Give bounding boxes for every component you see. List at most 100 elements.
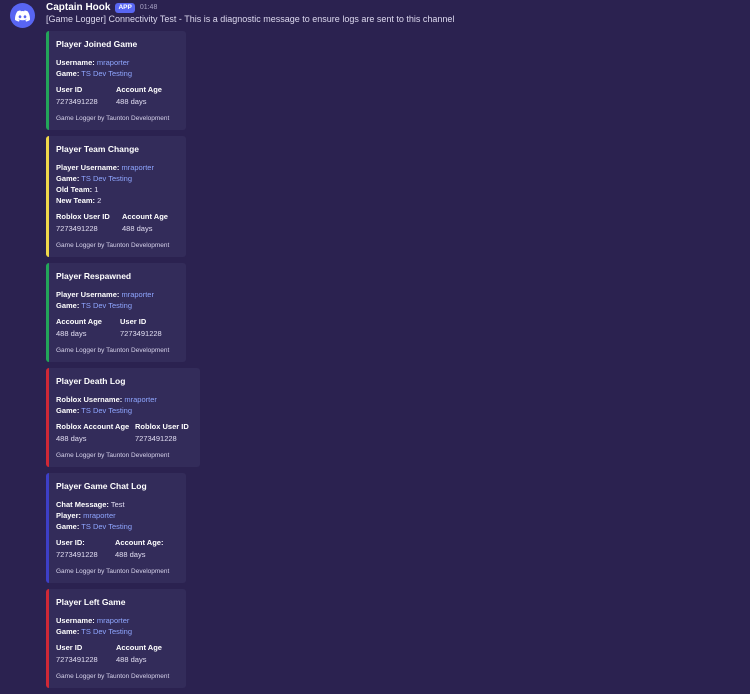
- field-label: Username:: [56, 58, 95, 67]
- embed-inline-fields: Roblox Account Age 488 days Roblox User …: [56, 421, 190, 445]
- embed-fields: Username: mraporter Game: TS Dev Testing: [56, 615, 176, 637]
- inline-field: User ID 7273491228: [56, 642, 116, 666]
- inline-field-value: 7273491228: [56, 97, 98, 106]
- message-header: Captain Hook APP 01:48: [46, 1, 157, 14]
- inline-field: Roblox User ID 7273491228: [135, 421, 189, 445]
- inline-field-value: 7273491228: [120, 329, 162, 338]
- field-label: Game:: [56, 174, 80, 183]
- field-label: Game:: [56, 406, 80, 415]
- embed-field: Username: mraporter: [56, 57, 176, 68]
- field-value-link[interactable]: TS Dev Testing: [81, 406, 132, 415]
- field-value-link[interactable]: mraporter: [83, 511, 116, 520]
- embed-title: Player Team Change: [56, 144, 139, 154]
- message-timestamp[interactable]: 01:48: [140, 4, 158, 11]
- field-label: Game:: [56, 627, 80, 636]
- inline-field-value: 488 days: [116, 655, 147, 664]
- field-label: Game:: [56, 301, 80, 310]
- inline-field: User ID 7273491228: [120, 316, 162, 340]
- embed-footer: Game Logger by Taunton Development: [56, 115, 170, 122]
- embed-footer: Game Logger by Taunton Development: [56, 452, 170, 459]
- embed-fields: Roblox Username: mraporter Game: TS Dev …: [56, 394, 190, 416]
- inline-field-value: 7273491228: [56, 550, 98, 559]
- embed-field: Player: mraporter: [56, 510, 176, 521]
- embed-inline-fields: User ID: 7273491228 Account Age: 488 day…: [56, 537, 176, 561]
- field-value-link[interactable]: mraporter: [121, 163, 154, 172]
- inline-field-name: User ID: [56, 643, 83, 652]
- field-value: 1: [94, 185, 99, 194]
- field-label: Player Username:: [56, 290, 120, 299]
- inline-field-name: User ID: [56, 85, 83, 94]
- inline-field: User ID: 7273491228: [56, 537, 115, 561]
- embed-title: Player Respawned: [56, 271, 132, 281]
- embed-list: Player Joined Game Username: mraporter G…: [46, 31, 200, 694]
- inline-field-name: User ID: [120, 317, 147, 326]
- inline-field: Account Age: 488 days: [115, 537, 163, 561]
- field-label: Player:: [56, 511, 82, 520]
- embed-title: Player Left Game: [56, 597, 126, 607]
- embed-field: Game: TS Dev Testing: [56, 405, 190, 416]
- embed-field: Game: TS Dev Testing: [56, 521, 176, 532]
- inline-field-value: 7273491228: [56, 655, 98, 664]
- app-badge: APP: [115, 2, 135, 13]
- inline-field: Account Age 488 days: [116, 642, 162, 666]
- inline-field-name: Roblox Account Age: [56, 422, 130, 431]
- inline-field: Account Age 488 days: [122, 211, 168, 235]
- embed-player-death-log: Player Death Log Roblox Username: mrapor…: [46, 368, 200, 467]
- embed-field: Old Team: 1: [56, 184, 176, 195]
- inline-field: Roblox Account Age 488 days: [56, 421, 135, 445]
- embed-player-chat-log: Player Game Chat Log Chat Message: Test …: [46, 473, 186, 583]
- embed-fields: Username: mraporter Game: TS Dev Testing: [56, 57, 176, 79]
- embed-field: Game: TS Dev Testing: [56, 173, 176, 184]
- embed-footer: Game Logger by Taunton Development: [56, 242, 170, 249]
- embed-player-respawned: Player Respawned Player Username: mrapor…: [46, 263, 186, 362]
- inline-field-name: Account Age: [116, 643, 162, 652]
- field-label: Player Username:: [56, 163, 120, 172]
- discord-logo-icon[interactable]: [10, 3, 35, 28]
- field-value-link[interactable]: TS Dev Testing: [81, 627, 132, 636]
- field-label: Game:: [56, 69, 80, 78]
- embed-inline-fields: User ID 7273491228 Account Age 488 days: [56, 642, 176, 666]
- field-value-link[interactable]: mraporter: [97, 616, 130, 625]
- field-label: New Team:: [56, 196, 96, 205]
- field-value-link[interactable]: mraporter: [121, 290, 154, 299]
- embed-field: Roblox Username: mraporter: [56, 394, 190, 405]
- inline-field-value: 488 days: [56, 434, 87, 443]
- embed-inline-fields: Roblox User ID 7273491228 Account Age 48…: [56, 211, 176, 235]
- embed-inline-fields: Account Age 488 days User ID 7273491228: [56, 316, 176, 340]
- inline-field-value: 488 days: [116, 97, 147, 106]
- field-value: 2: [97, 196, 102, 205]
- field-value-link[interactable]: TS Dev Testing: [81, 174, 132, 183]
- inline-field: Account Age 488 days: [56, 316, 120, 340]
- embed-player-left: Player Left Game Username: mraporter Gam…: [46, 589, 186, 688]
- inline-field: User ID 7273491228: [56, 84, 116, 108]
- field-label: Old Team:: [56, 185, 93, 194]
- inline-field-name: User ID:: [56, 538, 85, 547]
- field-label: Roblox Username:: [56, 395, 123, 404]
- inline-field-value: 7273491228: [56, 224, 98, 233]
- embed-fields: Player Username: mraporter Game: TS Dev …: [56, 289, 176, 311]
- field-value-link[interactable]: TS Dev Testing: [81, 522, 132, 531]
- field-value: Test: [110, 500, 125, 509]
- embed-field: Username: mraporter: [56, 615, 176, 626]
- embed-player-team-change: Player Team Change Player Username: mrap…: [46, 136, 186, 257]
- field-value-link[interactable]: mraporter: [97, 58, 130, 67]
- inline-field: Roblox User ID 7273491228: [56, 211, 122, 235]
- embed-field: Chat Message: Test: [56, 499, 176, 510]
- field-value-link[interactable]: TS Dev Testing: [81, 301, 132, 310]
- embed-field: Game: TS Dev Testing: [56, 300, 176, 311]
- inline-field-value: 488 days: [56, 329, 87, 338]
- embed-footer: Game Logger by Taunton Development: [56, 347, 170, 354]
- inline-field-name: Account Age: [116, 85, 162, 94]
- author-name[interactable]: Captain Hook: [46, 2, 110, 13]
- inline-field-name: Account Age:: [115, 538, 164, 547]
- embed-title: Player Death Log: [56, 376, 126, 386]
- field-label: Game:: [56, 522, 80, 531]
- embed-title: Player Game Chat Log: [56, 481, 147, 491]
- embed-fields: Player Username: mraporter Game: TS Dev …: [56, 162, 176, 206]
- inline-field-value: 7273491228: [135, 434, 177, 443]
- field-value-link[interactable]: TS Dev Testing: [81, 69, 132, 78]
- field-value-link[interactable]: mraporter: [124, 395, 157, 404]
- embed-field: Player Username: mraporter: [56, 162, 176, 173]
- embed-title: Player Joined Game: [56, 39, 138, 49]
- field-label: Chat Message:: [56, 500, 109, 509]
